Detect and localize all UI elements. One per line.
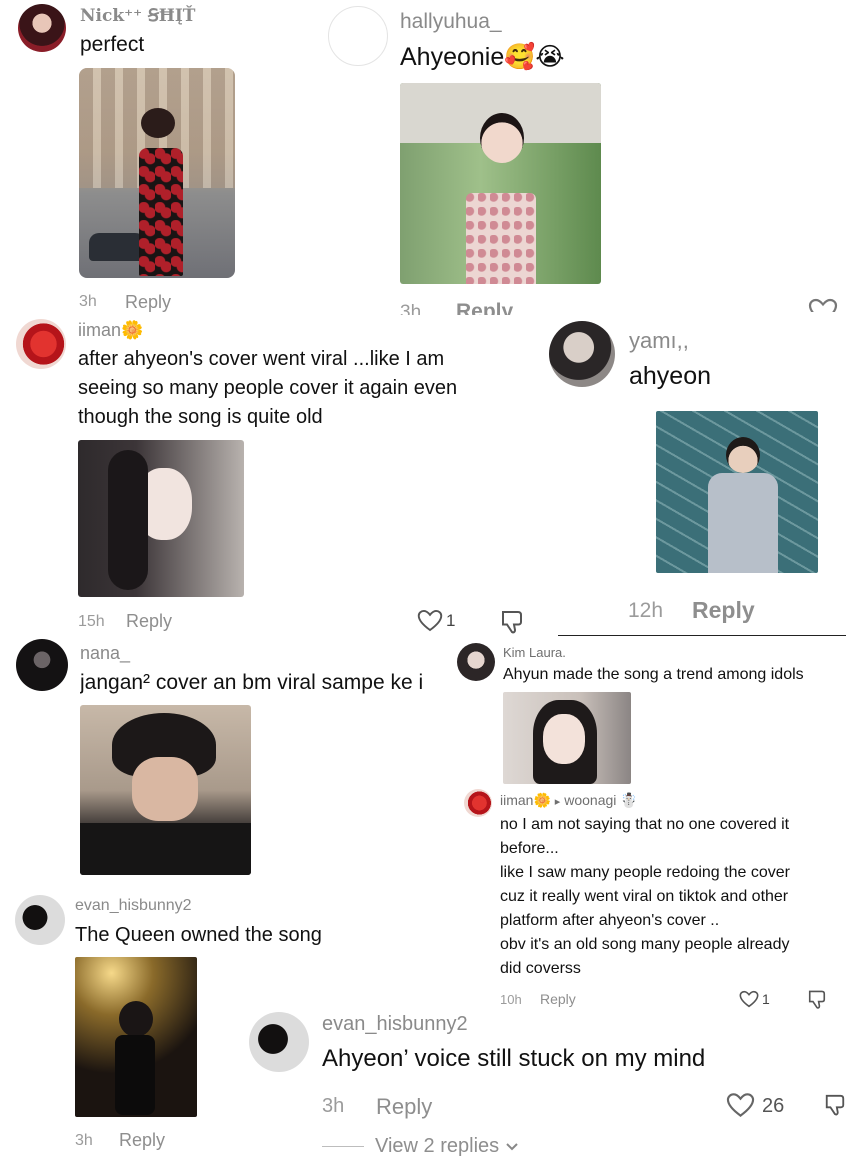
comment-card-iiman: iiman🌼 after ahyeon's cover went viral .…	[0, 315, 540, 635]
comment-username[interactable]: yamı,,	[629, 328, 689, 354]
comment-text-line: seeing so many people cover it again eve…	[78, 377, 458, 399]
photo-hair	[108, 450, 148, 590]
comment-time: 10h	[500, 992, 522, 1007]
comment-text: The Queen owned the song	[75, 924, 322, 946]
photo-dress	[139, 148, 183, 276]
comment-username[interactable]: evan_hisbunny2	[322, 1013, 468, 1036]
comment-username[interactable]: iiman🌼 ▸ woonagi ☃️	[500, 792, 638, 809]
comment-text-line: like I saw many people redoing the cover	[500, 864, 790, 881]
photo-face	[132, 757, 198, 821]
avatar[interactable]	[16, 319, 66, 369]
comment-card-iiman-reply: iiman🌼 ▸ woonagi ☃️ no I am not saying t…	[452, 787, 846, 1017]
snowman-emoji-icon: ☃️	[620, 792, 638, 808]
comment-card-evan-right: evan_hisbunny2 Ahyeon’ voice still stuck…	[246, 1010, 846, 1158]
view-replies-button[interactable]: View 2 replies	[375, 1135, 519, 1158]
avatar[interactable]	[457, 643, 495, 681]
comment-text: ahyeon	[629, 362, 712, 390]
comment-time: 3h	[79, 293, 97, 310]
comment-text-line: cuz it really went viral on tiktok and o…	[500, 888, 789, 905]
photo-head	[480, 113, 524, 163]
reply-button[interactable]: Reply	[692, 597, 755, 624]
comment-photo[interactable]	[400, 83, 601, 284]
reply-to-username[interactable]: woonagi	[564, 792, 616, 808]
comment-username[interactable]: evan_hisbunny2	[75, 897, 192, 915]
comment-card-yami: yamı,, ahyeon 12h Reply	[540, 312, 846, 637]
photo-dress	[466, 193, 536, 284]
heart-icon[interactable]	[739, 990, 759, 1008]
avatar[interactable]	[16, 639, 68, 691]
photo-person	[141, 108, 175, 138]
avatar[interactable]	[328, 6, 388, 66]
comment-photo[interactable]	[503, 692, 631, 784]
comment-text-line: no I am not saying that no one covered i…	[500, 816, 790, 833]
heart-icon[interactable]	[417, 609, 443, 632]
comment-photo[interactable]	[79, 68, 235, 278]
comment-time: 3h	[322, 1095, 345, 1117]
comment-card-nana: nana_ jangan² cover an bm viral sampe ke…	[0, 637, 452, 885]
comment-photo[interactable]	[80, 705, 251, 875]
avatar[interactable]	[18, 4, 66, 52]
comment-time: 12h	[628, 599, 664, 622]
dislike-icon[interactable]	[500, 609, 524, 635]
photo-performer	[119, 1001, 153, 1037]
comment-time: 15h	[78, 613, 105, 630]
avatar[interactable]	[549, 321, 615, 387]
comment-photo[interactable]	[75, 957, 197, 1117]
comment-username[interactable]: nana_	[80, 643, 130, 664]
comment-username[interactable]: Nick⁺⁺ ꞨĦĮŤ	[80, 6, 195, 26]
username-text: iiman	[500, 792, 534, 808]
flower-emoji-icon: 🌼	[121, 320, 144, 340]
smiling-hearts-emoji-icon: 🥰	[504, 43, 536, 71]
comment-card-kim-laura: Kim Laura. Ahyun made the song a trend a…	[452, 637, 846, 787]
reply-arrow-icon: ▸	[554, 796, 561, 808]
photo-face	[543, 714, 585, 764]
avatar[interactable]	[249, 1012, 309, 1072]
comment-username[interactable]: hallyuhua_	[400, 10, 502, 34]
reply-button[interactable]: Reply	[126, 611, 172, 632]
comment-time: 3h	[75, 1132, 93, 1149]
avatar[interactable]	[464, 789, 492, 817]
divider	[558, 635, 846, 636]
comment-card-hallyuhua: hallyuhua_ Ahyeonie🥰😭 3h Reply	[318, 0, 846, 325]
reply-button[interactable]: Reply	[125, 292, 171, 313]
comment-text: Ahyeonie🥰😭	[400, 42, 565, 72]
comment-text: Ahyun made the song a trend among idols	[503, 666, 804, 683]
comment-text-line: did coverss	[500, 960, 581, 977]
like-count: 1	[762, 991, 770, 1007]
avatar[interactable]	[15, 895, 65, 945]
reply-button[interactable]: Reply	[376, 1094, 432, 1120]
comment-text-line: though the song is quite old	[78, 406, 323, 428]
comment-text-line: platform after ahyeon's cover ..	[500, 912, 720, 929]
comment-card-nick: Nick⁺⁺ ꞨĦĮŤ perfect 3h Reply	[0, 0, 300, 315]
photo-person-jacket	[708, 473, 778, 573]
comment-photo[interactable]	[78, 440, 244, 597]
comment-text-line: before...	[500, 840, 559, 857]
username-text: iiman	[78, 320, 122, 340]
view-replies-label: View 2 replies	[375, 1135, 500, 1157]
like-count: 1	[446, 611, 456, 630]
comment-photo[interactable]	[656, 411, 818, 573]
comment-username[interactable]: iiman🌼	[78, 320, 143, 341]
reply-button[interactable]: Reply	[119, 1130, 165, 1151]
comment-text-line: after ahyeon's cover went viral ...like …	[78, 348, 445, 370]
crying-emoji-icon: 😭	[535, 43, 565, 71]
dislike-icon[interactable]	[824, 1092, 846, 1118]
flower-emoji-icon: 🌼	[533, 792, 551, 808]
comment-username[interactable]: Kim Laura.	[503, 645, 566, 660]
comment-text-line: obv it's an old song many people already	[500, 936, 790, 953]
comment-text: Ahyeon’ voice still stuck on my mind	[322, 1045, 706, 1072]
dislike-icon[interactable]	[807, 989, 827, 1010]
chevron-down-icon	[505, 1143, 518, 1151]
photo-shirt	[80, 823, 251, 875]
view-replies-divider	[322, 1146, 364, 1147]
comment-text: perfect	[80, 33, 145, 56]
heart-icon[interactable]	[726, 1092, 755, 1118]
photo-person-head	[726, 437, 760, 473]
comment-text: jangan² cover an bm viral sampe ke i	[80, 671, 424, 694]
photo-performer-body	[115, 1035, 155, 1115]
reply-button[interactable]: Reply	[540, 991, 576, 1007]
like-count: 26	[762, 1095, 785, 1117]
comment-text-body: Ahyeonie	[400, 43, 505, 71]
